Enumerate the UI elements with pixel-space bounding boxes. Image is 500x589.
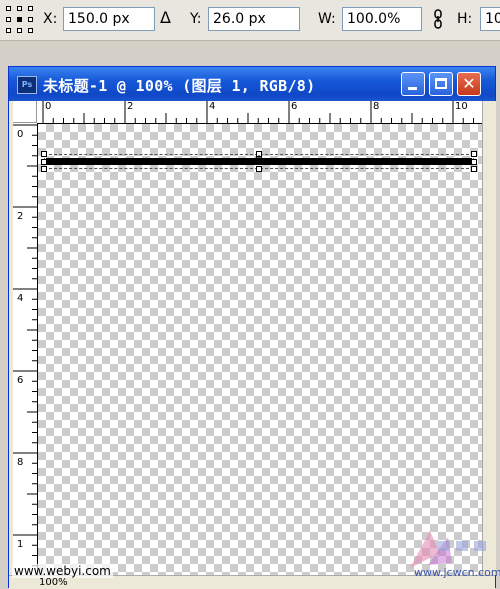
vertical-scrollbar[interactable] bbox=[482, 101, 496, 575]
photoshop-icon[interactable]: Ps bbox=[17, 76, 37, 94]
vertical-ruler[interactable]: 0 2 4 6 8 1 bbox=[13, 123, 38, 575]
transform-handle-bottom-left[interactable] bbox=[41, 166, 47, 172]
ruler-origin[interactable] bbox=[13, 101, 37, 123]
horizontal-ruler-ticks bbox=[42, 101, 474, 123]
h-ruler-label: 6 bbox=[291, 101, 298, 112]
watermark-right: www.jcwcn.com bbox=[414, 566, 500, 579]
v-ruler-label: 2 bbox=[17, 211, 24, 222]
transform-center-icon[interactable] bbox=[254, 155, 264, 165]
h-label: H: bbox=[457, 11, 473, 27]
close-button[interactable]: ✕ bbox=[457, 72, 481, 96]
close-icon: ✕ bbox=[462, 74, 476, 93]
minimize-icon bbox=[408, 87, 417, 90]
h-field[interactable]: 10 bbox=[480, 7, 500, 31]
transform-handle-top-left[interactable] bbox=[41, 151, 47, 157]
v-ruler-label: 4 bbox=[17, 293, 24, 304]
w-label: W: bbox=[318, 11, 336, 27]
transform-handle-top-right[interactable] bbox=[471, 151, 477, 157]
h-ruler-label: 0 bbox=[45, 101, 52, 112]
h-ruler-label: 8 bbox=[373, 101, 380, 112]
v-ruler-label: 6 bbox=[17, 375, 24, 386]
v-ruler-label: 0 bbox=[17, 129, 24, 140]
horizontal-ruler[interactable]: 0 2 4 6 8 10 bbox=[37, 101, 482, 124]
options-bar: X: 150.0 px Δ Y: 26.0 px W: 100.0% H: 10 bbox=[0, 0, 500, 41]
transform-handle-bottom-right[interactable] bbox=[471, 166, 477, 172]
minimize-button[interactable] bbox=[401, 72, 425, 96]
h-ruler-label: 2 bbox=[127, 101, 134, 112]
vertical-ruler-ticks bbox=[13, 124, 37, 567]
w-field[interactable]: 100.0% bbox=[342, 7, 422, 31]
document-canvas[interactable] bbox=[38, 124, 482, 575]
h-ruler-label: 4 bbox=[209, 101, 216, 112]
x-field[interactable]: 150.0 px bbox=[63, 7, 155, 31]
relative-position-icon[interactable]: Δ bbox=[160, 8, 171, 27]
document-window: Ps 未标题-1 @ 100% (图层 1, RGB/8) ✕ 0 2 4 6 … bbox=[8, 66, 496, 589]
reference-point-icon[interactable] bbox=[6, 6, 34, 34]
window-title: 未标题-1 @ 100% (图层 1, RGB/8) bbox=[43, 77, 316, 95]
h-ruler-label: 10 bbox=[455, 101, 468, 112]
maximize-button[interactable] bbox=[429, 72, 453, 96]
transform-handle-middle-left[interactable] bbox=[41, 159, 47, 165]
maximize-icon bbox=[435, 78, 447, 89]
y-label: Y: bbox=[190, 11, 202, 27]
x-label: X: bbox=[43, 11, 58, 27]
transform-handle-bottom-center[interactable] bbox=[256, 166, 262, 172]
title-bar[interactable]: Ps 未标题-1 @ 100% (图层 1, RGB/8) ✕ bbox=[9, 67, 495, 101]
watermark-left: www.webyi.com bbox=[12, 564, 113, 578]
v-ruler-label: 1 bbox=[17, 539, 24, 550]
transform-handle-middle-right[interactable] bbox=[471, 159, 477, 165]
y-field[interactable]: 26.0 px bbox=[208, 7, 300, 31]
link-chain-icon[interactable] bbox=[433, 9, 443, 29]
v-ruler-label: 8 bbox=[17, 457, 24, 468]
